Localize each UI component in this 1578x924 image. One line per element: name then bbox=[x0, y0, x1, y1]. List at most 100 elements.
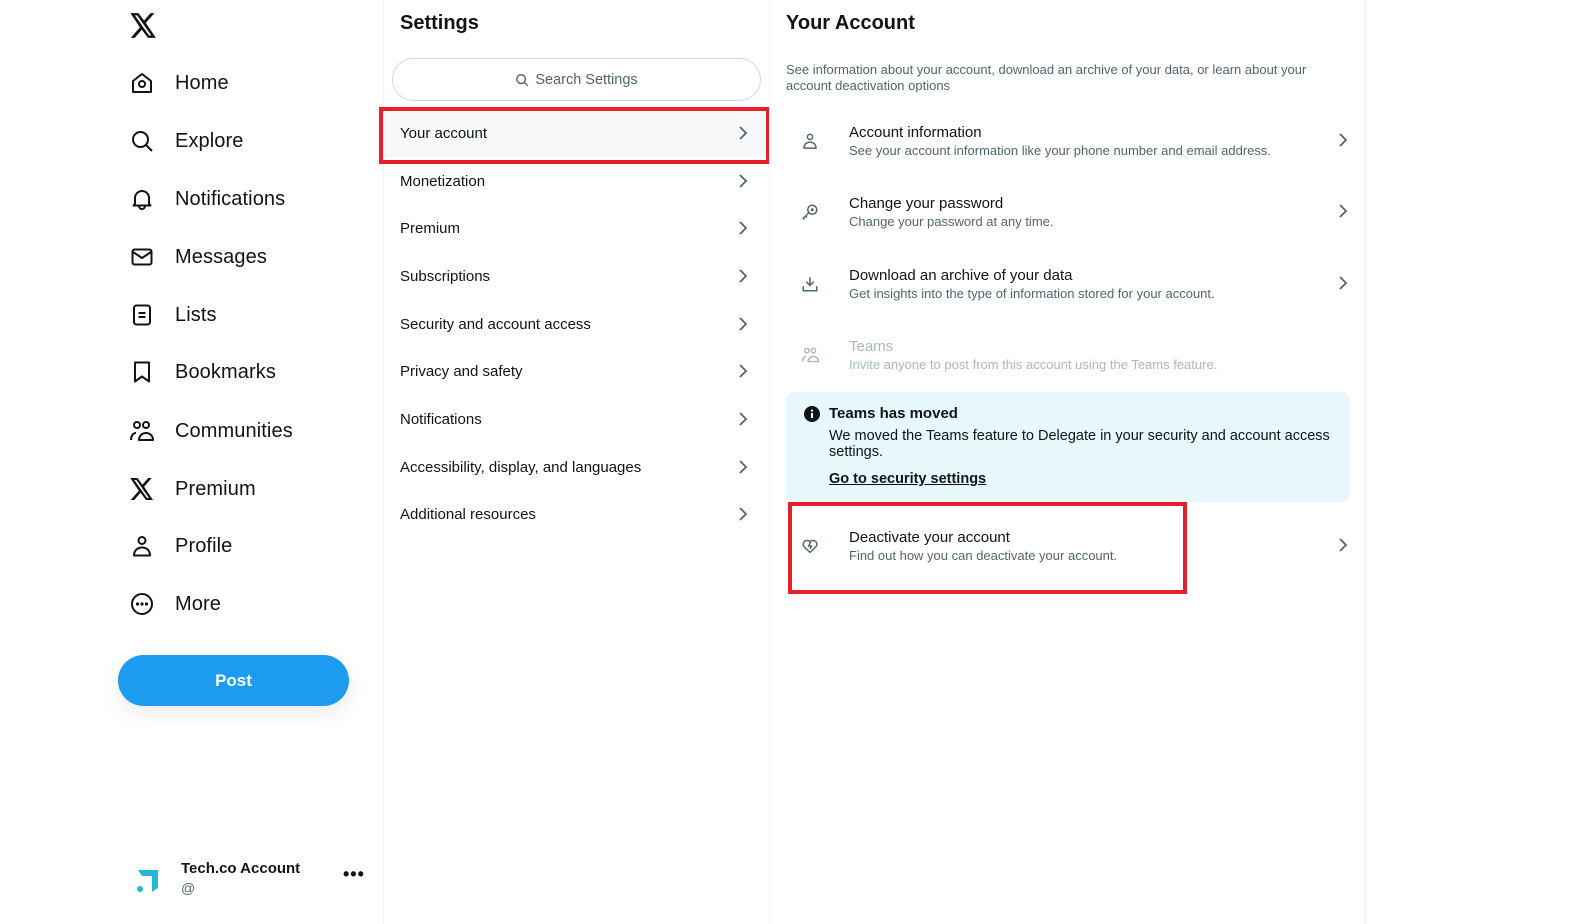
avatar bbox=[128, 858, 168, 898]
search-icon bbox=[516, 73, 529, 86]
chevron-right-icon bbox=[1339, 204, 1348, 218]
notice-body: We moved the Teams feature to Delegate i… bbox=[829, 428, 1330, 460]
communities-icon bbox=[128, 417, 156, 445]
search-icon bbox=[128, 127, 156, 155]
account-name: Tech.co Account bbox=[181, 860, 301, 877]
search-settings-input[interactable]: Search Settings bbox=[392, 58, 761, 101]
settings-item-security[interactable]: Security and account access bbox=[384, 300, 770, 348]
row-account-information[interactable]: Account information See your account inf… bbox=[786, 109, 1350, 173]
x-premium-icon bbox=[128, 475, 156, 503]
row-title: Account information bbox=[849, 123, 982, 141]
chevron-right-icon bbox=[739, 317, 748, 331]
divider bbox=[1365, 0, 1366, 924]
chevron-right-icon bbox=[1339, 276, 1348, 290]
search-placeholder: Search Settings bbox=[535, 71, 638, 88]
info-icon bbox=[804, 406, 820, 427]
nav-label: Explore bbox=[175, 129, 244, 152]
your-account-panel: Your Account See information about your … bbox=[770, 0, 1366, 924]
chevron-right-icon bbox=[1339, 538, 1348, 552]
row-change-password[interactable]: Change your password Change your passwor… bbox=[786, 180, 1350, 244]
panel-title: Your Account bbox=[786, 12, 915, 34]
more-options-icon[interactable]: ••• bbox=[343, 864, 365, 885]
chevron-right-icon bbox=[739, 412, 748, 426]
chevron-right-icon bbox=[1339, 133, 1348, 147]
settings-item-additional-resources[interactable]: Additional resources bbox=[384, 490, 770, 538]
broken-heart-icon bbox=[786, 537, 834, 555]
nav-label: Communities bbox=[175, 419, 293, 442]
settings-item-label: Monetization bbox=[400, 172, 486, 190]
settings-item-label: Premium bbox=[400, 219, 461, 237]
row-subtitle: Change your password at any time. bbox=[849, 213, 1054, 229]
settings-item-monetization[interactable]: Monetization bbox=[384, 157, 770, 205]
nav-label: More bbox=[175, 592, 221, 615]
settings-item-privacy[interactable]: Privacy and safety bbox=[384, 347, 770, 395]
nav-label: Bookmarks bbox=[175, 360, 276, 383]
nav-label: Home bbox=[175, 71, 229, 94]
nav-notifications[interactable]: Notifications bbox=[128, 179, 285, 219]
settings-item-label: Your account bbox=[400, 124, 488, 142]
settings-item-premium[interactable]: Premium bbox=[384, 204, 770, 252]
panel-description: See information about your account, down… bbox=[786, 62, 1307, 93]
profile-icon bbox=[128, 532, 156, 560]
home-icon bbox=[128, 69, 156, 97]
chevron-right-icon bbox=[739, 269, 748, 283]
nav-messages[interactable]: Messages bbox=[128, 237, 267, 277]
settings-item-label: Security and account access bbox=[400, 315, 591, 333]
teams-moved-notice: Teams has moved We moved the Teams featu… bbox=[786, 392, 1350, 502]
row-title: Teams bbox=[849, 337, 894, 355]
settings-item-label: Privacy and safety bbox=[400, 362, 523, 380]
row-download-archive[interactable]: Download an archive of your data Get ins… bbox=[786, 252, 1350, 316]
nav-lists[interactable]: Lists bbox=[128, 295, 217, 335]
go-to-security-settings-link[interactable]: Go to security settings bbox=[829, 471, 986, 487]
row-deactivate-account[interactable]: Deactivate your account Find out how you… bbox=[786, 514, 1350, 578]
account-handle: @ bbox=[181, 880, 196, 896]
settings-item-subscriptions[interactable]: Subscriptions bbox=[384, 252, 770, 300]
x-logo[interactable] bbox=[128, 8, 158, 42]
nav-more[interactable]: More bbox=[128, 584, 221, 624]
row-title: Change your password bbox=[849, 194, 1004, 212]
row-subtitle: See your account information like your p… bbox=[849, 142, 1272, 158]
key-icon bbox=[786, 203, 834, 221]
notice-title: Teams has moved bbox=[829, 405, 958, 422]
row-subtitle: Invite anyone to post from this account … bbox=[849, 356, 1218, 372]
settings-item-label: Additional resources bbox=[400, 505, 536, 523]
app: Home Explore Notifications Messages List… bbox=[0, 0, 1578, 924]
nav-premium[interactable]: Premium bbox=[128, 469, 256, 509]
row-teams: Teams Invite anyone to post from this ac… bbox=[786, 323, 1350, 387]
chevron-right-icon bbox=[739, 174, 748, 188]
settings-title: Settings bbox=[400, 12, 479, 34]
download-icon bbox=[786, 275, 834, 293]
settings-item-your-account[interactable]: Your account bbox=[384, 109, 770, 157]
envelope-icon bbox=[128, 243, 156, 271]
nav-explore[interactable]: Explore bbox=[128, 121, 244, 161]
settings-item-label: Accessibility, display, and languages bbox=[400, 458, 642, 476]
chevron-right-icon bbox=[739, 221, 748, 235]
teams-icon bbox=[786, 346, 834, 364]
settings-column: Settings Search Settings Your account Mo… bbox=[384, 0, 770, 924]
nav-communities[interactable]: Communities bbox=[128, 411, 293, 451]
settings-item-notifications[interactable]: Notifications bbox=[384, 395, 770, 443]
settings-item-accessibility[interactable]: Accessibility, display, and languages bbox=[384, 443, 770, 491]
chevron-right-icon bbox=[739, 364, 748, 378]
left-nav: Home Explore Notifications Messages List… bbox=[0, 0, 388, 924]
person-icon bbox=[786, 132, 834, 150]
bell-icon bbox=[128, 185, 156, 213]
row-subtitle: Get insights into the type of informatio… bbox=[849, 285, 1215, 301]
row-title: Download an archive of your data bbox=[849, 266, 1073, 284]
nav-label: Messages bbox=[175, 245, 267, 268]
nav-bookmarks[interactable]: Bookmarks bbox=[128, 352, 276, 392]
nav-profile[interactable]: Profile bbox=[128, 526, 232, 566]
chevron-right-icon bbox=[739, 507, 748, 521]
nav-label: Premium bbox=[175, 477, 256, 500]
list-icon bbox=[128, 301, 156, 329]
chevron-right-icon bbox=[739, 460, 748, 474]
nav-home[interactable]: Home bbox=[128, 63, 229, 103]
row-subtitle: Find out how you can deactivate your acc… bbox=[849, 547, 1118, 563]
more-circle-icon bbox=[128, 590, 156, 618]
chevron-right-icon bbox=[739, 126, 748, 140]
settings-item-label: Notifications bbox=[400, 410, 482, 428]
nav-label: Notifications bbox=[175, 187, 286, 210]
account-switcher[interactable]: Tech.co Account @ ••• bbox=[128, 850, 368, 906]
settings-item-label: Subscriptions bbox=[400, 267, 491, 285]
post-button[interactable]: Post bbox=[118, 655, 349, 706]
